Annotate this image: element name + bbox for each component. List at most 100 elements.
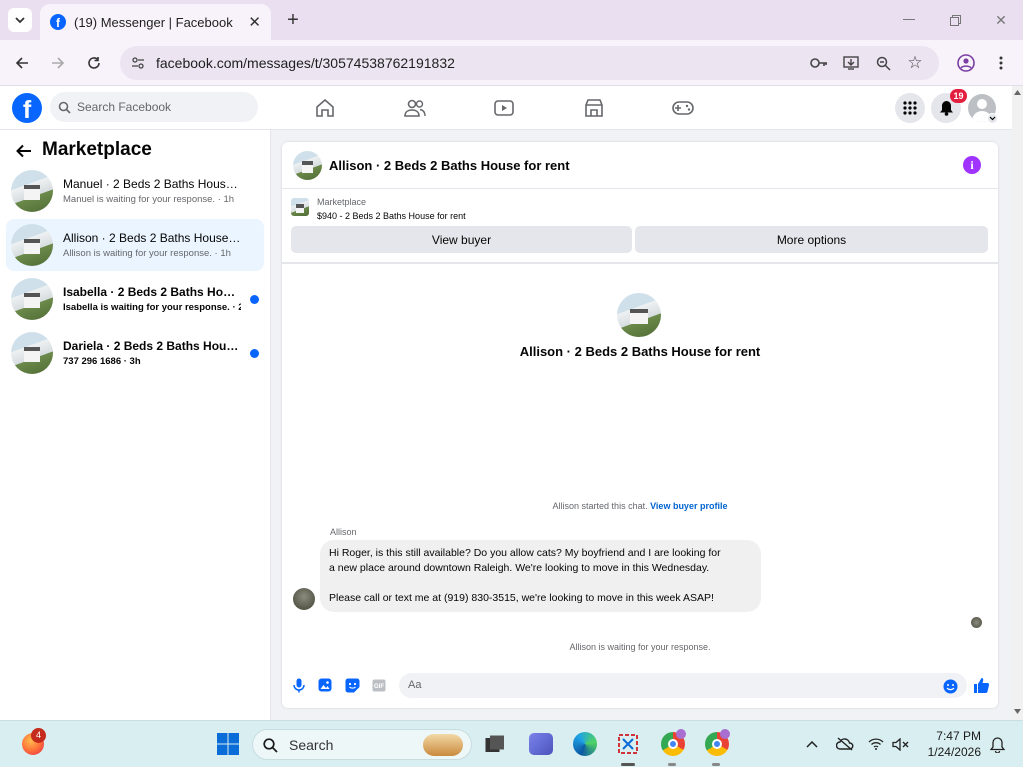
more-options-button[interactable]: More options — [635, 226, 988, 253]
unread-dot — [250, 295, 259, 304]
message-bubble[interactable]: Hi Roger, is this still available? Do yo… — [320, 540, 761, 612]
conversation-subtitle: 737 296 1686 · 3h — [63, 356, 141, 367]
facebook-favicon-icon: f — [50, 14, 66, 30]
chat-intro-title: Allison · 2 Beds 2 Baths House for rent — [519, 344, 761, 359]
chat-area: Allison · 2 Beds 2 Baths House for rent … — [271, 130, 1012, 720]
chat-started-line: Allison started this chat. View buyer pr… — [282, 501, 998, 511]
sender-name: Allison — [330, 527, 357, 537]
conversation-item-manuel[interactable]: Manuel · 2 Beds 2 Baths House for... Man… — [6, 165, 264, 217]
chat-panel: Allison · 2 Beds 2 Baths House for rent … — [282, 142, 998, 708]
chat-header[interactable]: Allison · 2 Beds 2 Baths House for rent … — [282, 142, 998, 189]
wifi-icon[interactable] — [867, 736, 885, 752]
taskbar-running-indicator — [668, 763, 676, 766]
reload-icon[interactable] — [84, 53, 104, 73]
conversation-item-isabella[interactable]: Isabella · 2 Beds 2 Baths House f... Isa… — [6, 273, 264, 325]
listing-thumbnail — [11, 332, 53, 374]
chrome-profile-badge-icon — [676, 729, 686, 739]
sidebar-title: Marketplace — [42, 139, 152, 160]
chat-info-icon[interactable]: i — [963, 156, 981, 174]
forward-arrow-icon[interactable] — [48, 53, 68, 73]
video-nav-icon[interactable] — [493, 98, 515, 118]
browser-menu-icon[interactable] — [993, 53, 1009, 73]
show-hidden-icons-chevron-icon[interactable] — [804, 736, 820, 752]
install-app-icon[interactable] — [842, 54, 860, 72]
message-line: Please call or text me at (919) 830-3515… — [329, 592, 714, 604]
search-icon — [263, 738, 278, 753]
search-input[interactable]: Search Facebook — [77, 100, 171, 114]
site-settings-icon[interactable] — [130, 55, 146, 71]
taskbar-search-box[interactable]: Search — [252, 729, 472, 760]
facebook-logo-icon[interactable]: f — [12, 93, 42, 123]
clock-time[interactable]: 7:47 PM — [925, 729, 981, 743]
new-tab-button[interactable]: + — [282, 9, 304, 31]
view-buyer-button[interactable]: View buyer — [291, 226, 632, 253]
emoji-icon[interactable] — [942, 678, 958, 694]
task-view-icon[interactable] — [485, 735, 505, 753]
back-arrow-icon[interactable] — [14, 141, 34, 161]
composer-placeholder: Aa — [408, 679, 422, 691]
conversation-subtitle: Manuel is waiting for your response. · 1… — [63, 194, 235, 205]
marketplace-nav-icon[interactable] — [583, 98, 605, 118]
account-chevron-icon[interactable] — [987, 113, 998, 124]
friends-nav-icon[interactable] — [403, 98, 427, 118]
conversation-subtitle: Allison is waiting for your response. · … — [63, 248, 231, 259]
divider — [282, 262, 998, 264]
message-line: a new place around downtown Raleigh. We'… — [329, 562, 710, 574]
facebook-search-box[interactable]: Search Facebook — [50, 92, 258, 122]
sticker-icon[interactable] — [344, 677, 360, 693]
search-highlight-icon — [423, 734, 463, 756]
message-composer[interactable]: Aa — [399, 673, 967, 698]
snipping-tool-icon[interactable] — [617, 733, 639, 755]
bookmark-star-icon[interactable]: ☆ — [906, 53, 924, 72]
conversation-item-dariela[interactable]: Dariela · 2 Beds 2 Baths House f... 737 … — [6, 327, 264, 379]
conversation-title: Dariela · 2 Beds 2 Baths House f... — [63, 339, 241, 353]
gif-icon[interactable]: GIF — [371, 677, 387, 693]
browser-tab-strip: f (19) Messenger | Facebook ✕ + ✕ — [0, 0, 1023, 40]
volume-muted-icon[interactable] — [891, 736, 909, 752]
chrome-profile-badge-icon — [720, 729, 730, 739]
onedrive-offline-icon[interactable] — [835, 735, 855, 753]
address-bar[interactable]: facebook.com/messages/t/3057453876219183… — [120, 46, 939, 80]
restore-window-icon[interactable] — [946, 12, 964, 28]
conversation-subtitle: Isabella is waiting for your response. ·… — [63, 302, 241, 313]
listing-thumbnail — [11, 170, 53, 212]
conversation-title: Allison · 2 Beds 2 Baths House for ... — [63, 231, 241, 245]
microphone-icon[interactable] — [291, 677, 307, 693]
thumbs-up-icon[interactable] — [971, 675, 991, 695]
taskbar-running-indicator — [621, 763, 635, 766]
taskbar-running-indicator — [712, 763, 720, 766]
apps-menu-button[interactable] — [895, 93, 925, 123]
page-scrollbar[interactable] — [1012, 86, 1023, 720]
image-attach-icon[interactable] — [317, 677, 333, 693]
grid-menu-icon — [903, 101, 917, 115]
edge-app-icon[interactable] — [573, 732, 597, 756]
seen-receipt-avatar — [971, 617, 982, 628]
view-buyer-profile-link[interactable]: View buyer profile — [650, 501, 727, 511]
listing-source: Marketplace — [317, 197, 367, 207]
zoom-icon[interactable] — [874, 54, 892, 72]
back-arrow-icon[interactable] — [12, 53, 32, 73]
close-window-icon[interactable]: ✕ — [992, 12, 1010, 28]
chat-intro-avatar — [617, 293, 661, 337]
notification-count-badge: 19 — [950, 89, 967, 103]
browser-tab-active[interactable]: f (19) Messenger | Facebook ✕ — [40, 4, 271, 40]
unread-dot — [250, 349, 259, 358]
gaming-nav-icon[interactable] — [671, 98, 695, 118]
url-text: facebook.com/messages/t/3057453876219183… — [156, 55, 455, 71]
minimize-window-icon[interactable] — [900, 12, 918, 28]
facebook-top-bar: f Search Facebook 19 — [0, 86, 1023, 130]
home-nav-icon[interactable] — [314, 98, 336, 118]
close-tab-icon[interactable]: ✕ — [248, 13, 261, 31]
tab-search-button[interactable] — [8, 8, 32, 32]
message-line: Hi Roger, is this still available? Do yo… — [329, 547, 721, 559]
windows-start-icon[interactable] — [217, 733, 239, 755]
clock-date[interactable]: 1/24/2026 — [921, 745, 981, 759]
chat-header-title: Allison · 2 Beds 2 Baths House for rent — [329, 158, 570, 173]
search-icon — [58, 101, 71, 114]
teams-app-icon[interactable] — [529, 733, 553, 755]
notification-bell-icon[interactable] — [988, 736, 1006, 754]
conversation-item-allison[interactable]: Allison · 2 Beds 2 Baths House for ... A… — [6, 219, 264, 271]
password-key-icon[interactable] — [810, 55, 828, 71]
profile-icon[interactable] — [956, 53, 976, 73]
listing-banner[interactable]: Marketplace $940 - 2 Beds 2 Baths House … — [282, 190, 998, 225]
